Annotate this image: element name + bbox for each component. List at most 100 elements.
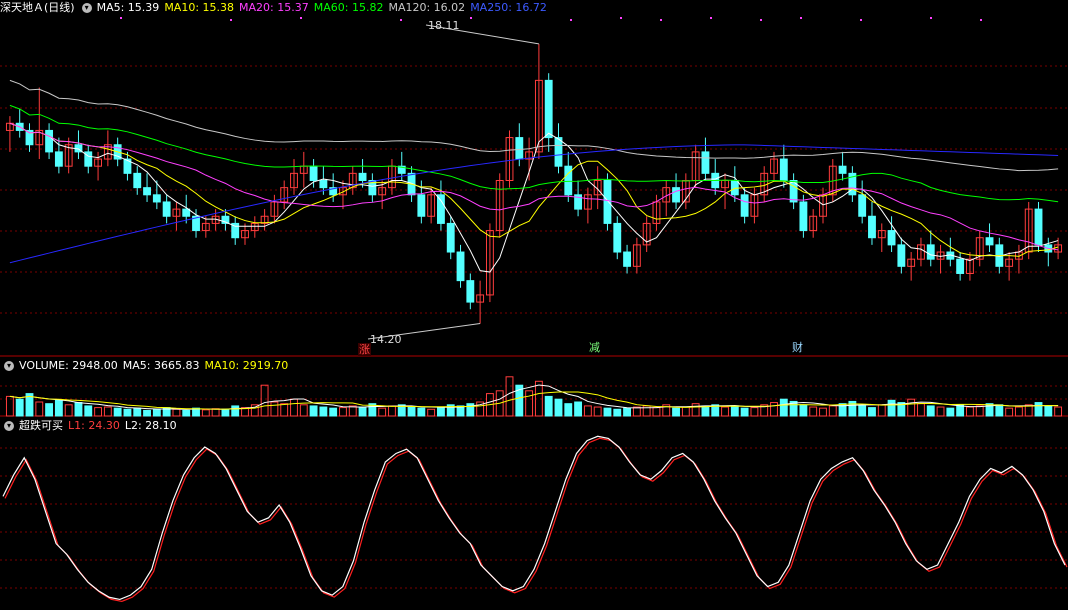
volume-bar — [1034, 402, 1043, 417]
candle-body — [133, 172, 142, 189]
volume-bar — [290, 398, 298, 417]
stock-chart[interactable] — [0, 0, 1068, 610]
volume-bar — [437, 406, 445, 417]
volume-bar — [1054, 406, 1063, 417]
volume-bar — [652, 407, 661, 417]
volume-bar — [603, 407, 612, 417]
candle-body — [162, 201, 171, 217]
volume-bar — [877, 404, 886, 417]
candle-body — [152, 194, 161, 203]
candle-body — [54, 151, 63, 167]
candle-body — [564, 165, 573, 196]
candle-body — [730, 180, 739, 196]
volume-bar — [799, 404, 808, 417]
volume-bar — [84, 405, 93, 417]
candle-body — [701, 151, 710, 174]
volume-bar — [35, 401, 44, 417]
volume-bar — [172, 408, 181, 417]
low-price-label: 14.20 — [370, 333, 402, 346]
candle-body — [143, 187, 151, 196]
event-marker-reduce[interactable]: 减 — [588, 341, 601, 354]
ma120-value: MA120: 16.02 — [388, 1, 466, 14]
volume-bar — [329, 407, 338, 417]
volume-ma5-value: MA5: 3665.83 — [122, 359, 200, 372]
volume-bar — [721, 406, 729, 417]
candle-body — [515, 137, 524, 160]
candle-body — [45, 129, 54, 153]
ma20-value: MA20: 15.37 — [239, 1, 309, 14]
volume-bar — [858, 405, 867, 417]
volume-bar — [54, 399, 63, 417]
chevron-down-icon[interactable]: ▾ — [4, 421, 14, 431]
volume-bar — [1014, 406, 1023, 417]
volume-bar — [554, 398, 563, 417]
volume-bar — [1005, 407, 1014, 417]
ma60-value: MA60: 15.82 — [313, 1, 384, 14]
candle-body — [868, 215, 876, 239]
volume-bar — [995, 404, 1004, 417]
volume-bar — [231, 405, 240, 417]
event-marker-finance[interactable]: 财 — [791, 341, 804, 354]
volume-bar — [299, 404, 308, 417]
volume-bar — [417, 407, 426, 417]
candle-body — [358, 172, 367, 181]
volume-bar — [750, 407, 759, 417]
candle-body — [779, 158, 788, 181]
volume-bar — [966, 406, 974, 417]
candle-body — [897, 244, 906, 267]
top-marker — [230, 19, 232, 21]
ma10-value: MA10: 15.38 — [164, 1, 235, 14]
candle-body — [623, 251, 631, 267]
candle-body — [417, 194, 426, 217]
volume-bar — [15, 398, 24, 417]
volume-bar — [946, 407, 955, 417]
candle-body — [926, 244, 935, 260]
volume-value: VOLUME: 2948.00 — [19, 359, 118, 372]
volume-bar — [407, 406, 416, 417]
top-marker — [300, 17, 302, 19]
volume-bar — [779, 398, 788, 417]
volume-bar — [45, 403, 54, 417]
oscillator-l1-line — [4, 437, 1068, 603]
top-marker — [800, 17, 802, 19]
volume-bar — [201, 409, 210, 417]
top-marker — [710, 17, 712, 19]
candle-body — [319, 180, 328, 189]
volume-bar — [917, 403, 925, 417]
candle-body — [437, 194, 445, 224]
volume-bar — [770, 402, 778, 417]
volume-bar — [5, 395, 14, 417]
volume-bar — [319, 406, 328, 417]
volume-bar — [260, 384, 269, 417]
volume-bar — [378, 407, 387, 417]
volume-bar — [868, 407, 876, 417]
candle-body — [740, 194, 749, 217]
top-marker — [660, 19, 662, 21]
volume-bar — [525, 390, 534, 417]
candle-body — [613, 222, 622, 253]
volume-bar — [593, 406, 602, 417]
candle-body — [603, 180, 612, 224]
candle-body — [838, 165, 847, 174]
volume-bar — [828, 405, 837, 417]
volume-bar — [730, 405, 739, 417]
candle-body — [799, 201, 808, 232]
volume-bar — [740, 407, 749, 417]
event-marker-up[interactable]: 涨 — [358, 343, 371, 356]
top-marker — [930, 17, 932, 19]
top-marker — [120, 17, 122, 19]
ma5-value: MA5: 15.39 — [96, 1, 160, 14]
volume-bar — [211, 408, 220, 417]
top-marker — [620, 17, 622, 19]
volume-bar — [133, 407, 142, 417]
top-marker — [760, 19, 762, 21]
volume-bar — [681, 406, 690, 417]
volume-bar — [691, 403, 700, 417]
chevron-down-icon[interactable]: ▾ — [4, 361, 14, 371]
top-marker — [570, 19, 572, 21]
ma60-line — [9, 104, 1059, 203]
volume-bar — [809, 406, 818, 417]
high-price-label: 18.11 — [428, 19, 460, 32]
chevron-down-icon[interactable]: ▾ — [81, 3, 92, 13]
volume-bar — [427, 408, 436, 417]
